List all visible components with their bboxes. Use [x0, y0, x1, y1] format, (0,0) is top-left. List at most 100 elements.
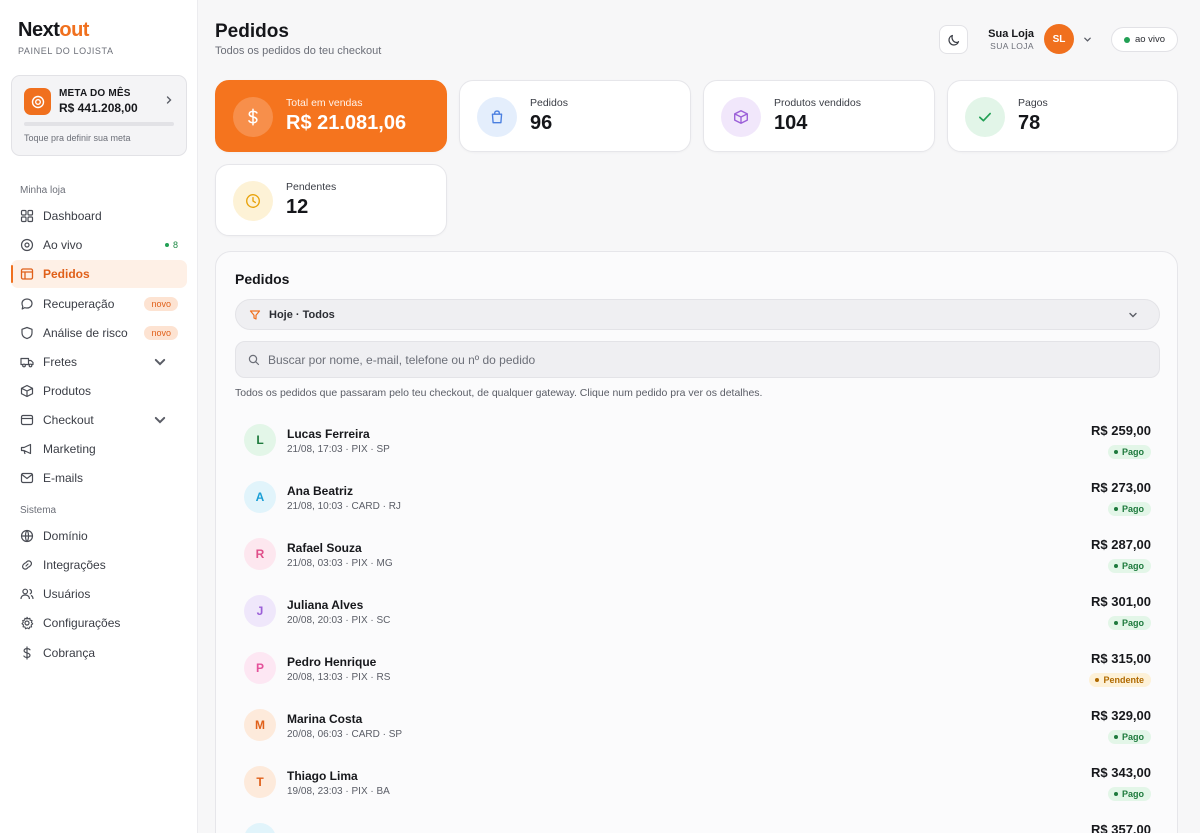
- order-amount: R$ 301,00: [1091, 594, 1151, 609]
- customer-name: Juliana Alves: [287, 598, 364, 612]
- order-row[interactable]: P Pedro Henrique 20/08, 13:03 · PIX · RS R$…: [235, 651, 1160, 703]
- goal-hint: Toque pra definir sua meta: [24, 133, 131, 143]
- customer-avatar: L: [244, 424, 276, 456]
- check-icon: [965, 97, 1005, 137]
- stat-label: Produtos vendidos: [774, 97, 861, 109]
- order-row[interactable]: J Juliana Alves 20/08, 20:03 · PIX · SC R$ …: [235, 594, 1160, 646]
- status-badge: Pago: [1107, 502, 1151, 516]
- sidebar-item-e-mails[interactable]: E-mails: [11, 464, 187, 492]
- filter-label: Hoje · Todos: [269, 308, 335, 321]
- customer-avatar: A: [244, 481, 276, 513]
- moon-icon: [947, 34, 959, 46]
- order-row[interactable]: L Lucas Ferreira 21/08, 17:03 · PIX · SP R$…: [235, 423, 1160, 475]
- sidebar-item-recuperacao[interactable]: Recuperação novo: [11, 290, 187, 318]
- sidebar-item-label: Configurações: [43, 616, 121, 630]
- order-amount: R$ 329,00: [1091, 708, 1151, 723]
- chevron-right-icon: [166, 96, 172, 104]
- truck-icon: [20, 357, 34, 368]
- order-amount: R$ 357,00: [1091, 822, 1151, 833]
- page-title: Pedidos: [215, 21, 289, 42]
- order-meta: 21/08, 03:03 · PIX · MG: [287, 558, 393, 569]
- status-badge: Pago: [1107, 445, 1151, 459]
- search-bar: [235, 341, 1160, 378]
- order-meta: 20/08, 20:03 · PIX · SC: [287, 615, 391, 626]
- order-meta: 20/08, 13:03 · PIX · RS: [287, 672, 391, 683]
- customer-name: Rafael Souza: [287, 541, 362, 555]
- stat-label: Pendentes: [286, 181, 337, 193]
- sidebar-item-configuracoes[interactable]: Configurações: [11, 609, 187, 637]
- sidebar-item-marketing[interactable]: Marketing: [11, 435, 187, 463]
- sidebar-item-label: Recuperação: [43, 297, 115, 311]
- store-handle: SUA LOJA: [990, 41, 1034, 51]
- stat-label: Total em vendas: [286, 97, 363, 109]
- stat-card-pending: Pendentes 12: [215, 164, 447, 236]
- sidebar-item-label: Fretes: [43, 355, 78, 369]
- order-row[interactable]: M Marina Costa 20/08, 06:03 · CARD · SP R$ …: [235, 708, 1160, 760]
- monthly-goal-card[interactable]: META DO MÊS R$ 441.208,00 Toque pra defi…: [11, 75, 187, 156]
- brand-name-part2: out: [59, 19, 89, 41]
- sidebar-item-usuarios[interactable]: Usuários: [11, 580, 187, 608]
- brand-logo[interactable]: Nextout: [18, 19, 89, 42]
- sidebar-item-integracoes[interactable]: Integrações: [11, 551, 187, 579]
- customer-avatar: R: [244, 538, 276, 570]
- sidebar-item-label: E-mails: [43, 471, 84, 485]
- dollar-icon: [233, 97, 273, 137]
- order-amount: R$ 287,00: [1091, 537, 1151, 552]
- chevron-down-icon[interactable]: [1083, 35, 1092, 44]
- sidebar-item-label: Cobrança: [43, 646, 96, 660]
- target-icon: [24, 88, 51, 115]
- brand-subtitle: PAINEL DO LOJISTA: [18, 46, 114, 56]
- customer-name: Pedro Henrique: [287, 655, 377, 669]
- nav-section-store: Minha loja: [20, 185, 66, 196]
- dollar-icon: [23, 646, 31, 660]
- customer-name: Marina Costa: [287, 712, 363, 726]
- stat-card-total-sales: Total em vendas R$ 21.081,06: [215, 80, 447, 152]
- customer-avatar: M: [244, 709, 276, 741]
- stat-value: R$ 21.081,06: [286, 112, 407, 134]
- live-status-pill[interactable]: ao vivo: [1111, 27, 1178, 52]
- sidebar-item-produtos[interactable]: Produtos: [11, 377, 187, 405]
- search-input[interactable]: [268, 352, 1148, 367]
- date-filter-select[interactable]: Hoje · Todos: [235, 299, 1160, 330]
- goal-value: R$ 441.208,00: [59, 101, 138, 115]
- sidebar-item-dashboard[interactable]: Dashboard: [11, 202, 187, 230]
- theme-toggle-button[interactable]: [939, 25, 968, 54]
- order-amount: R$ 315,00: [1091, 651, 1151, 666]
- gear-icon: [21, 616, 34, 630]
- sidebar-item-dominio[interactable]: Domínio: [11, 522, 187, 550]
- status-badge: Pago: [1107, 787, 1151, 801]
- sidebar-item-fretes[interactable]: Fretes: [11, 348, 187, 376]
- status-badge: Pendente: [1089, 673, 1151, 687]
- sidebar-item-checkout[interactable]: Checkout: [11, 406, 187, 434]
- store-name[interactable]: Sua Loja: [988, 28, 1034, 40]
- megaphone-icon: [20, 443, 32, 455]
- sidebar-item-label: Integrações: [43, 558, 106, 572]
- chevron-down-icon: [1129, 312, 1137, 318]
- order-row[interactable]: A Ana Beatriz 21/08, 10:03 · CARD · RJ R$ 2…: [235, 480, 1160, 532]
- order-row[interactable]: T Thiago Lima 19/08, 23:03 · PIX · BA R$ 34…: [235, 765, 1160, 817]
- box-icon: [20, 384, 34, 398]
- mail-icon: [20, 472, 34, 484]
- link-icon: [21, 560, 33, 570]
- sidebar-item-label: Marketing: [43, 442, 96, 456]
- sidebar-item-label: Ao vivo: [43, 238, 83, 252]
- sidebar-item-ao-vivo[interactable]: Ao vivo 8: [11, 231, 187, 259]
- order-amount: R$ 273,00: [1091, 480, 1151, 495]
- users-icon: [20, 588, 34, 600]
- orders-panel-note: Todos os pedidos que passaram pelo teu c…: [235, 387, 763, 399]
- sidebar-item-analise-de-risco[interactable]: Análise de risco novo: [11, 319, 187, 347]
- stat-value: 78: [1018, 112, 1041, 134]
- sidebar-item-pedidos[interactable]: Pedidos: [11, 260, 187, 288]
- sidebar-item-cobranca[interactable]: Cobrança: [11, 639, 187, 667]
- order-row[interactable]: R$ 357,00: [235, 822, 1160, 833]
- page-subtitle: Todos os pedidos do teu checkout: [215, 45, 382, 57]
- stat-label: Pagos: [1018, 97, 1048, 109]
- sidebar-item-label: Usuários: [43, 587, 91, 601]
- orders-icon: [20, 268, 34, 280]
- chat-icon: [21, 298, 33, 310]
- radio-icon: [20, 238, 34, 252]
- avatar[interactable]: SL: [1044, 24, 1074, 54]
- sidebar-item-label: Dashboard: [43, 209, 102, 223]
- goal-title: META DO MÊS: [59, 88, 131, 99]
- order-row[interactable]: R Rafael Souza 21/08, 03:03 · PIX · MG R$ 2…: [235, 537, 1160, 589]
